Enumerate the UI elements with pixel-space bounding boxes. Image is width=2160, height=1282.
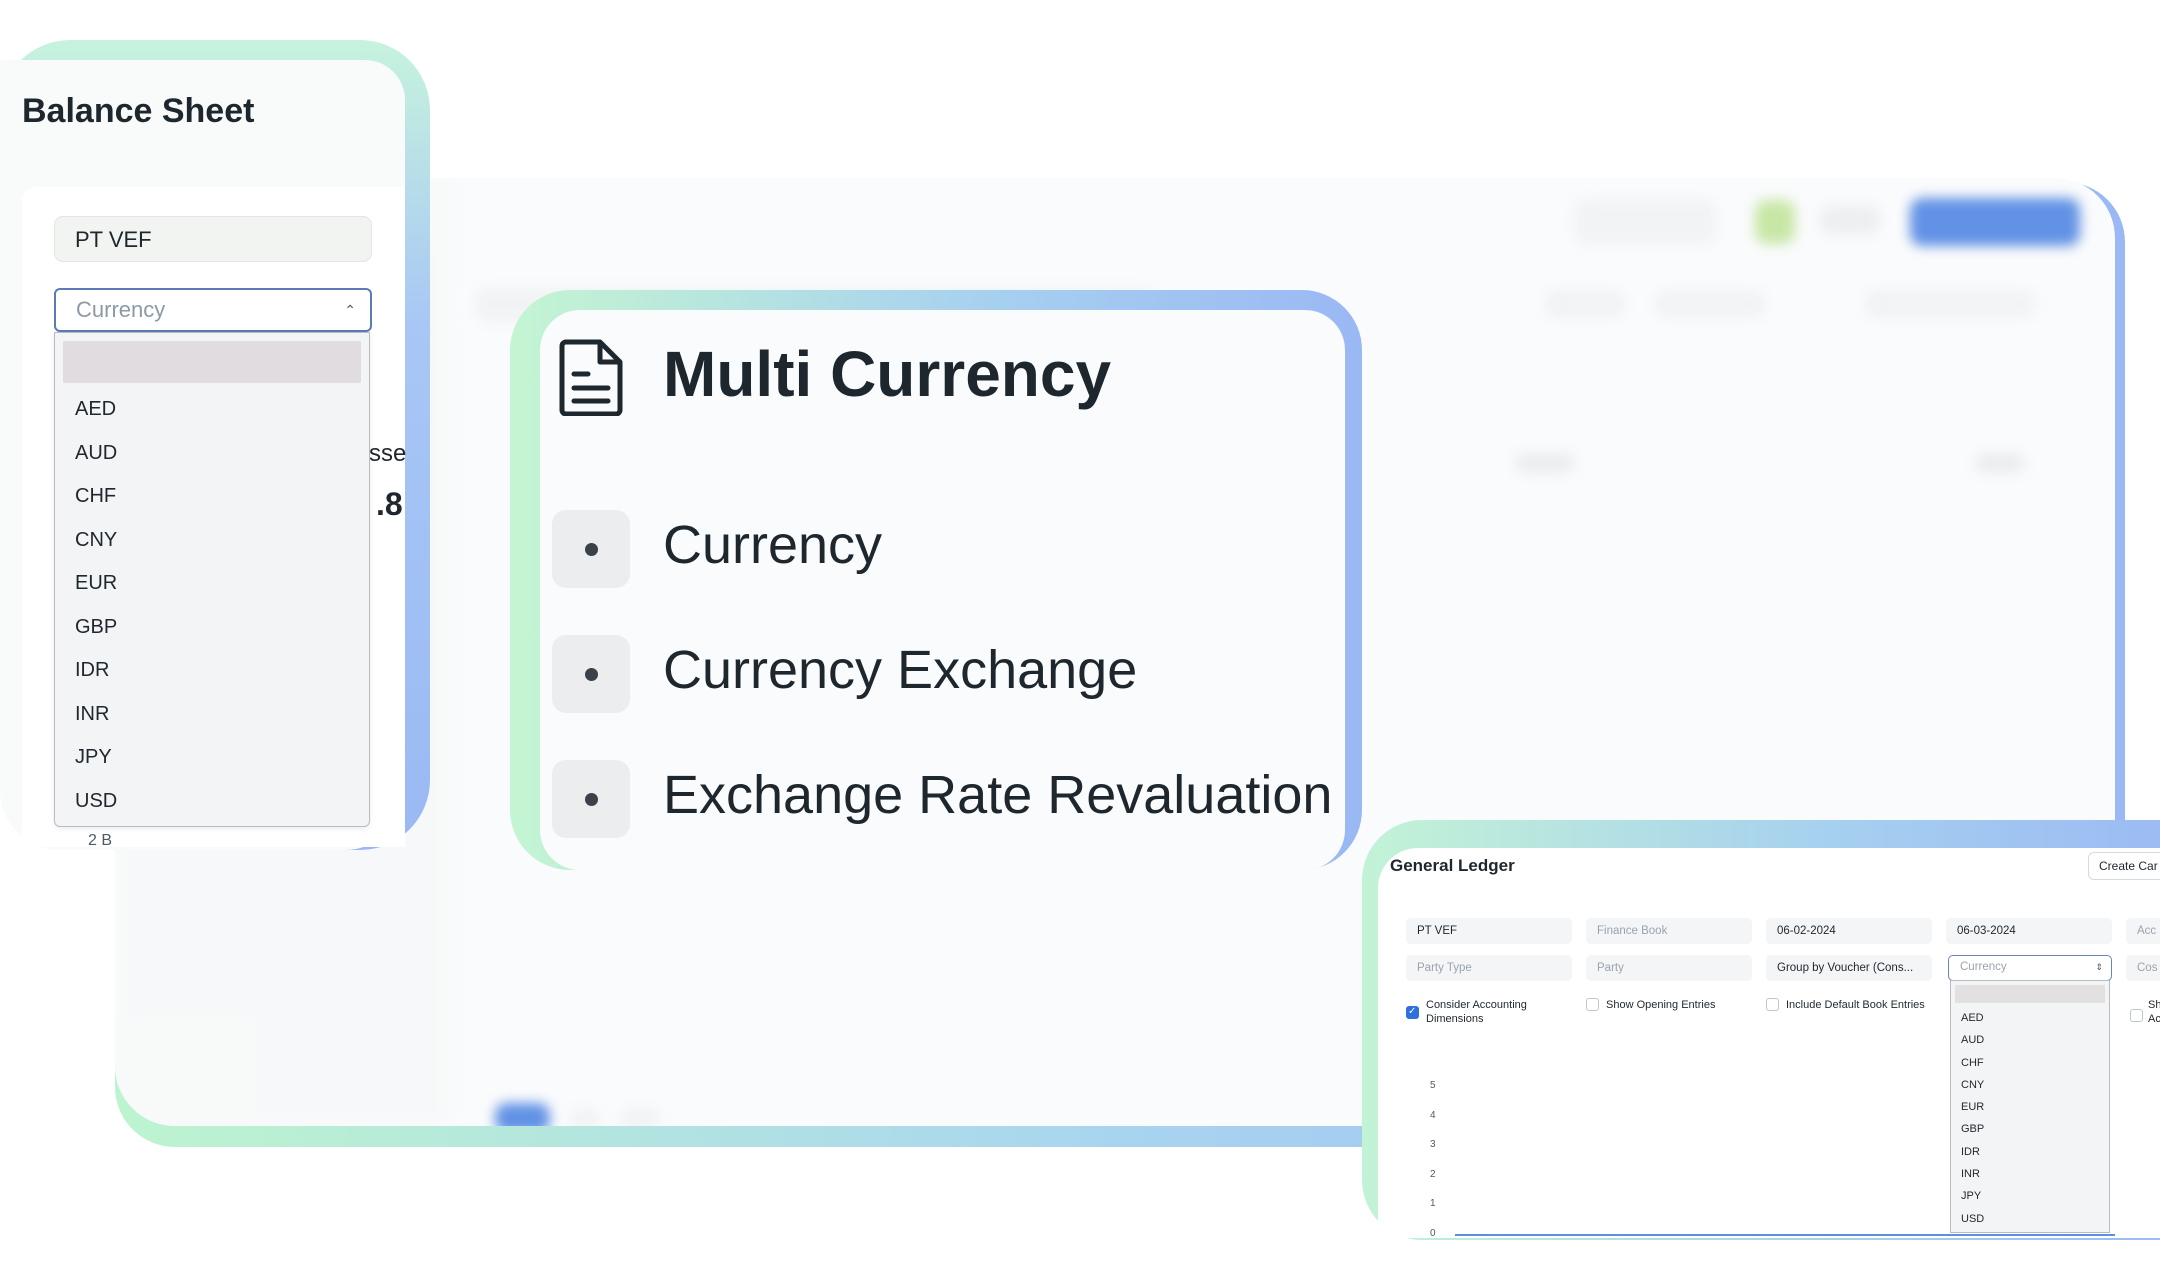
currency-option[interactable]: IDR bbox=[1951, 1141, 2109, 1163]
bullet-icon bbox=[552, 760, 630, 838]
group-by-select[interactable]: Group by Voucher (Cons... bbox=[1766, 955, 1932, 981]
company-field[interactable]: PT VEF bbox=[1406, 918, 1572, 944]
currency-option[interactable]: AED bbox=[55, 388, 369, 432]
checkbox-label: Sh bbox=[2148, 999, 2160, 1011]
from-date-field[interactable]: 06-02-2024 bbox=[1766, 918, 1932, 944]
consider-accounting-dimensions-checkbox[interactable]: Consider Accounting Dimensions bbox=[1406, 998, 1546, 1026]
currency-option-empty[interactable] bbox=[1955, 985, 2105, 1003]
currency-option[interactable]: AUD bbox=[55, 432, 369, 476]
currency-option[interactable]: EUR bbox=[55, 562, 369, 606]
checkbox-label: Show Opening Entries bbox=[1606, 999, 1716, 1011]
currency-select-placeholder: Currency bbox=[76, 297, 166, 322]
y-tick-label: 4 bbox=[1430, 1110, 1436, 1121]
party-type-field[interactable]: Party Type bbox=[1406, 955, 1572, 981]
currency-option[interactable]: USD bbox=[55, 780, 369, 824]
partial-value: .8 bbox=[376, 486, 403, 522]
show-opening-entries-checkbox[interactable]: Show Opening Entries bbox=[1586, 998, 1756, 1012]
currency-option[interactable]: INR bbox=[1951, 1163, 2109, 1185]
finance-book-field[interactable]: Finance Book bbox=[1586, 918, 1752, 944]
bullet-icon bbox=[552, 635, 630, 713]
checkbox-icon bbox=[1766, 998, 1779, 1011]
multi-currency-item-label: Currency bbox=[663, 515, 883, 575]
checkbox-label: Consider Accounting Dimensions bbox=[1426, 999, 1527, 1025]
currency-option[interactable]: CHF bbox=[1951, 1052, 2109, 1074]
y-tick-label: 2 bbox=[1430, 1169, 1436, 1180]
balance-sheet-footer-text: 2 B bbox=[88, 832, 113, 849]
to-date-field[interactable]: 06-03-2024 bbox=[1946, 918, 2112, 944]
currency-option[interactable]: AUD bbox=[1951, 1029, 2109, 1051]
currency-option[interactable]: INR bbox=[55, 693, 369, 737]
y-tick-label: 5 bbox=[1430, 1080, 1436, 1091]
partial-label: sse bbox=[369, 440, 407, 467]
y-tick-label: 0 bbox=[1430, 1228, 1436, 1239]
y-tick-label: 1 bbox=[1430, 1198, 1436, 1209]
document-icon bbox=[559, 339, 623, 416]
y-tick-label: 3 bbox=[1430, 1139, 1436, 1150]
currency-dropdown-list: AED AUD CHF CNY EUR GBP IDR INR JPY USD bbox=[54, 332, 370, 827]
multi-currency-item-label: Currency Exchange bbox=[663, 640, 1138, 700]
chevron-updown-icon: ⇕ bbox=[2095, 962, 2103, 972]
checkbox-label: Include Default Book Entries bbox=[1786, 999, 1925, 1011]
currency-select[interactable]: Currency ⌃⌄ bbox=[54, 288, 372, 358]
currency-option[interactable]: CNY bbox=[1951, 1074, 2109, 1096]
currency-option[interactable]: AED bbox=[1951, 1007, 2109, 1029]
currency-dropdown-list: AED AUD CHF CNY EUR GBP IDR INR JPY USD bbox=[1950, 980, 2110, 1233]
balance-sheet-title: Balance Sheet bbox=[22, 92, 255, 130]
currency-option[interactable]: IDR bbox=[55, 649, 369, 693]
currency-option[interactable]: CNY bbox=[55, 519, 369, 563]
checkbox-checked-icon bbox=[1406, 1005, 1419, 1019]
bullet-icon bbox=[552, 510, 630, 588]
create-card-button[interactable]: Create Car bbox=[2088, 852, 2160, 880]
multi-currency-title: Multi Currency bbox=[663, 338, 1112, 410]
currency-option[interactable]: CHF bbox=[55, 475, 369, 519]
currency-select[interactable]: Currency ⇕ bbox=[1948, 955, 2112, 981]
currency-option[interactable]: JPY bbox=[55, 736, 369, 780]
checkbox-label: Ac bbox=[2148, 1013, 2160, 1025]
currency-option-empty[interactable] bbox=[63, 341, 361, 383]
currency-option[interactable]: GBP bbox=[1951, 1118, 2109, 1140]
checkbox-icon bbox=[1586, 998, 1599, 1011]
chart-x-axis bbox=[1455, 1234, 2115, 1236]
currency-select-placeholder: Currency bbox=[1960, 961, 2007, 973]
company-field[interactable]: PT VEF bbox=[54, 216, 372, 262]
account-field[interactable]: Acc bbox=[2126, 918, 2160, 944]
currency-option[interactable]: USD bbox=[1951, 1208, 2109, 1230]
partial-checkbox[interactable]: Sh Ac bbox=[2148, 998, 2160, 1026]
currency-option[interactable]: EUR bbox=[1951, 1096, 2109, 1118]
multi-currency-item-label: Exchange Rate Revaluation bbox=[663, 765, 1333, 825]
general-ledger-title: General Ledger bbox=[1390, 856, 1515, 875]
currency-option[interactable]: JPY bbox=[1951, 1185, 2109, 1207]
cost-center-field[interactable]: Cos bbox=[2126, 955, 2160, 981]
currency-option[interactable]: GBP bbox=[55, 606, 369, 650]
include-default-book-entries-checkbox[interactable]: Include Default Book Entries bbox=[1766, 998, 1946, 1012]
checkbox-icon[interactable] bbox=[2130, 1009, 2143, 1022]
party-field[interactable]: Party bbox=[1586, 955, 1752, 981]
